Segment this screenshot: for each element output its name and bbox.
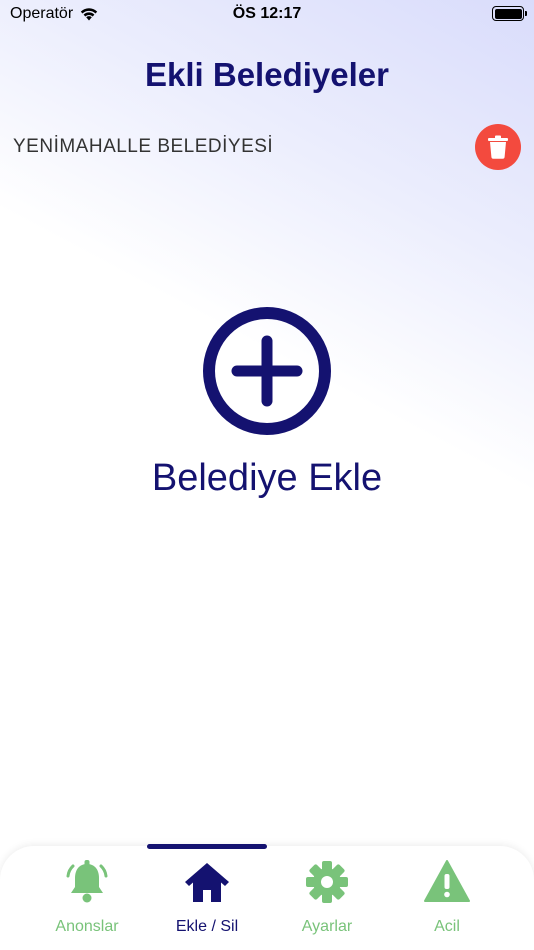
trash-icon bbox=[488, 135, 508, 159]
delete-municipality-button[interactable] bbox=[475, 124, 521, 170]
add-municipality-label: Belediye Ekle bbox=[151, 457, 383, 499]
bottom-tab-bar: Anonslar Ekle / Sil Ayarlar Acil bbox=[0, 844, 534, 950]
battery-icon bbox=[492, 6, 527, 21]
tab-label-acil: Acil bbox=[434, 918, 460, 935]
plus-circle-icon bbox=[203, 307, 331, 435]
status-bar: Operatör ÖS 12:17 bbox=[0, 0, 534, 28]
page-title: Ekli Belediyeler bbox=[145, 56, 389, 93]
tab-ayarlar[interactable]: Ayarlar bbox=[267, 858, 387, 936]
tab-acil[interactable]: Acil bbox=[387, 858, 507, 936]
warning-icon bbox=[424, 860, 470, 902]
bell-icon bbox=[66, 860, 108, 903]
tab-anonslar[interactable]: Anonslar bbox=[27, 858, 147, 936]
status-time: ÖS 12:17 bbox=[232, 5, 302, 22]
municipality-list-item: YENİMAHALLE BELEDİYESİ bbox=[13, 124, 521, 170]
tab-label-ekle-sil: Ekle / Sil bbox=[175, 918, 239, 935]
active-tab-indicator bbox=[147, 844, 267, 849]
gear-icon bbox=[306, 861, 348, 903]
tab-label-ayarlar: Ayarlar bbox=[301, 918, 353, 935]
tab-ekle-sil[interactable]: Ekle / Sil bbox=[147, 858, 267, 936]
municipality-name: YENİMAHALLE BELEDİYESİ bbox=[13, 136, 274, 157]
add-municipality-button[interactable]: Belediye Ekle bbox=[0, 305, 534, 500]
tab-label-anonslar: Anonslar bbox=[55, 918, 119, 935]
home-icon bbox=[185, 863, 229, 902]
